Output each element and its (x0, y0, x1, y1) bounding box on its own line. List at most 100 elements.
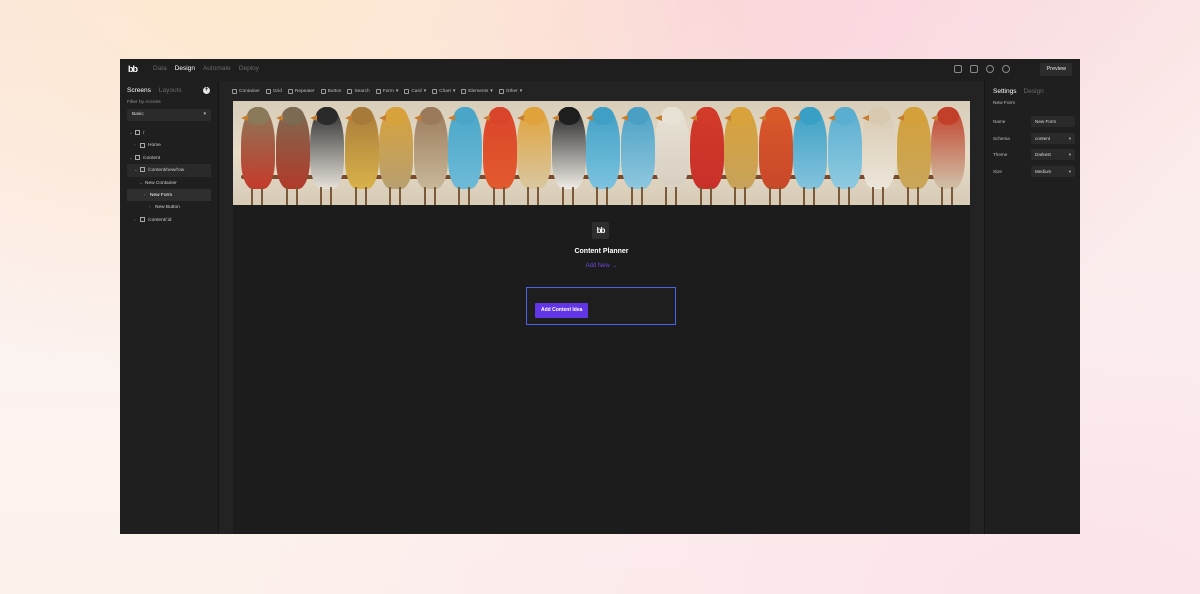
bird-illustration (310, 107, 344, 205)
access-filter-value: Basic (132, 112, 144, 117)
access-filter-select[interactable]: Basic ▾ (127, 109, 211, 121)
nav-automate[interactable]: Automate (203, 65, 231, 72)
nav-deploy[interactable]: Deploy (239, 65, 259, 72)
screen-tree: ⌄ / › Home ⌄/content ⌄/content/new/row ⌄ New Co… (127, 127, 211, 226)
bird-leg (423, 187, 426, 205)
button-icon (320, 88, 326, 94)
size-select[interactable]: Medium ▾ (1031, 165, 1075, 177)
bird-leg (285, 187, 288, 205)
bird-beak (448, 115, 455, 121)
tree-item-label: / (143, 131, 145, 136)
app-logo[interactable]: bb (128, 64, 141, 76)
chevron-down-icon: ▾ (423, 88, 427, 94)
bird-leg (561, 187, 564, 205)
bird-leg (803, 187, 805, 205)
bird-leg (734, 187, 736, 205)
bird-beak (620, 115, 628, 121)
property-row-schema: Schema content ▾ (993, 132, 1075, 144)
bird-leg (951, 187, 953, 205)
toolbar-search-button[interactable]: Search (347, 87, 370, 95)
bird-beak (379, 115, 386, 121)
bird-leg (596, 187, 598, 205)
tree-item[interactable]: ⌄ / (127, 127, 211, 139)
toolbar-repeater-button[interactable]: Repeater (287, 87, 315, 95)
bird-leg (709, 187, 712, 205)
theme-select[interactable]: Darkest ▾ (1031, 149, 1075, 160)
toolbar-button-button[interactable]: Button (320, 87, 341, 95)
chevron-down-icon: ▾ (490, 88, 493, 94)
design-canvas[interactable]: bb Content Planner Add New → Add Content… (233, 101, 970, 534)
bird-illustration (379, 107, 413, 205)
tree-item[interactable]: ⌄ New Container (127, 177, 211, 189)
tab-settings[interactable]: Settings (993, 88, 1017, 95)
toolbar-card-button[interactable]: Card ▾ (404, 87, 426, 95)
bird-illustration (655, 107, 689, 205)
grid-icon (140, 216, 145, 222)
preview-button[interactable]: Preview (1040, 63, 1072, 76)
bird-illustration (758, 107, 793, 205)
grid-icon (140, 142, 145, 148)
bird-beak (931, 115, 938, 121)
bird-head (419, 107, 442, 125)
add-content-idea-button[interactable]: Add Content Idea (535, 303, 589, 318)
nav-design[interactable]: Design (175, 65, 195, 72)
toolbar-elements-button[interactable]: Elements ▾ (461, 87, 493, 95)
bird-head (350, 107, 373, 125)
nav-data[interactable]: Data (153, 65, 167, 72)
tree-item[interactable]: › New Button (127, 201, 211, 213)
toolbar-chart-button[interactable]: Chart ▾ (432, 87, 455, 95)
schema-select[interactable]: content ▾ (1031, 132, 1075, 144)
add-screen-icon[interactable]: + (203, 87, 210, 94)
top-nav: Data Design Automate Deploy (153, 65, 259, 72)
tree-item-label: /content/:id (148, 217, 172, 223)
bird-leg (675, 187, 677, 205)
bird-leg (744, 187, 746, 205)
toolbar-other-button[interactable]: Other ▾ (498, 87, 522, 95)
toolbar-container-button[interactable]: Container (232, 87, 260, 95)
tree-item[interactable]: ›/content/:id (127, 214, 211, 226)
toolbar-item-label: Elements (468, 88, 489, 94)
tree-item[interactable]: › Home (127, 139, 211, 151)
paint-bucket-icon[interactable] (954, 65, 962, 73)
bird-leg (837, 187, 840, 205)
repeater-icon (287, 88, 293, 94)
search-icon (347, 88, 353, 94)
tree-item-label: Home (148, 143, 161, 149)
tree-item[interactable]: › New Form (127, 188, 211, 202)
bird-beak (275, 115, 283, 121)
toolbar-form-button[interactable]: Form ▾ (375, 87, 398, 95)
name-input[interactable]: New Form (1031, 116, 1075, 127)
bird-head (626, 107, 649, 125)
bird-head (454, 107, 476, 125)
bird-illustration (931, 107, 965, 205)
bird-illustration (448, 107, 482, 205)
chat-icon[interactable] (970, 65, 978, 73)
property-value: Darkest (1035, 152, 1051, 157)
toolbar-grid-button[interactable]: Grid (265, 87, 282, 95)
right-panel-tabs: Settings Design (993, 88, 1044, 95)
bird-leg (399, 187, 401, 205)
property-value: Medium (1035, 168, 1052, 174)
bird-leg (847, 187, 850, 205)
toolbar-item-label: Repeater (294, 88, 315, 94)
bird-head (937, 107, 959, 125)
bird-beak (517, 115, 524, 121)
tab-layouts[interactable]: Layouts (159, 87, 182, 94)
bird-head (557, 107, 580, 125)
tree-item[interactable]: ⌄/content (127, 152, 211, 164)
tab-design[interactable]: Design (1024, 88, 1044, 95)
page-title: Content Planner (574, 248, 629, 255)
add-new-link[interactable]: Add New → (233, 263, 970, 269)
settings-icon[interactable] (1002, 65, 1010, 73)
bird-head (799, 107, 821, 125)
grid-icon (140, 167, 145, 173)
property-value: content (1035, 135, 1051, 141)
new-form-block[interactable]: Add Content Idea (526, 287, 676, 325)
github-icon[interactable] (986, 65, 994, 73)
tab-screens[interactable]: Screens (127, 87, 151, 94)
bird-beak (655, 115, 662, 121)
bird-leg (354, 187, 357, 205)
tree-item-label: New Form (150, 192, 173, 198)
tree-item[interactable]: ⌄/content/new/row (127, 164, 211, 177)
filter-label: Filter by Access (127, 100, 161, 105)
